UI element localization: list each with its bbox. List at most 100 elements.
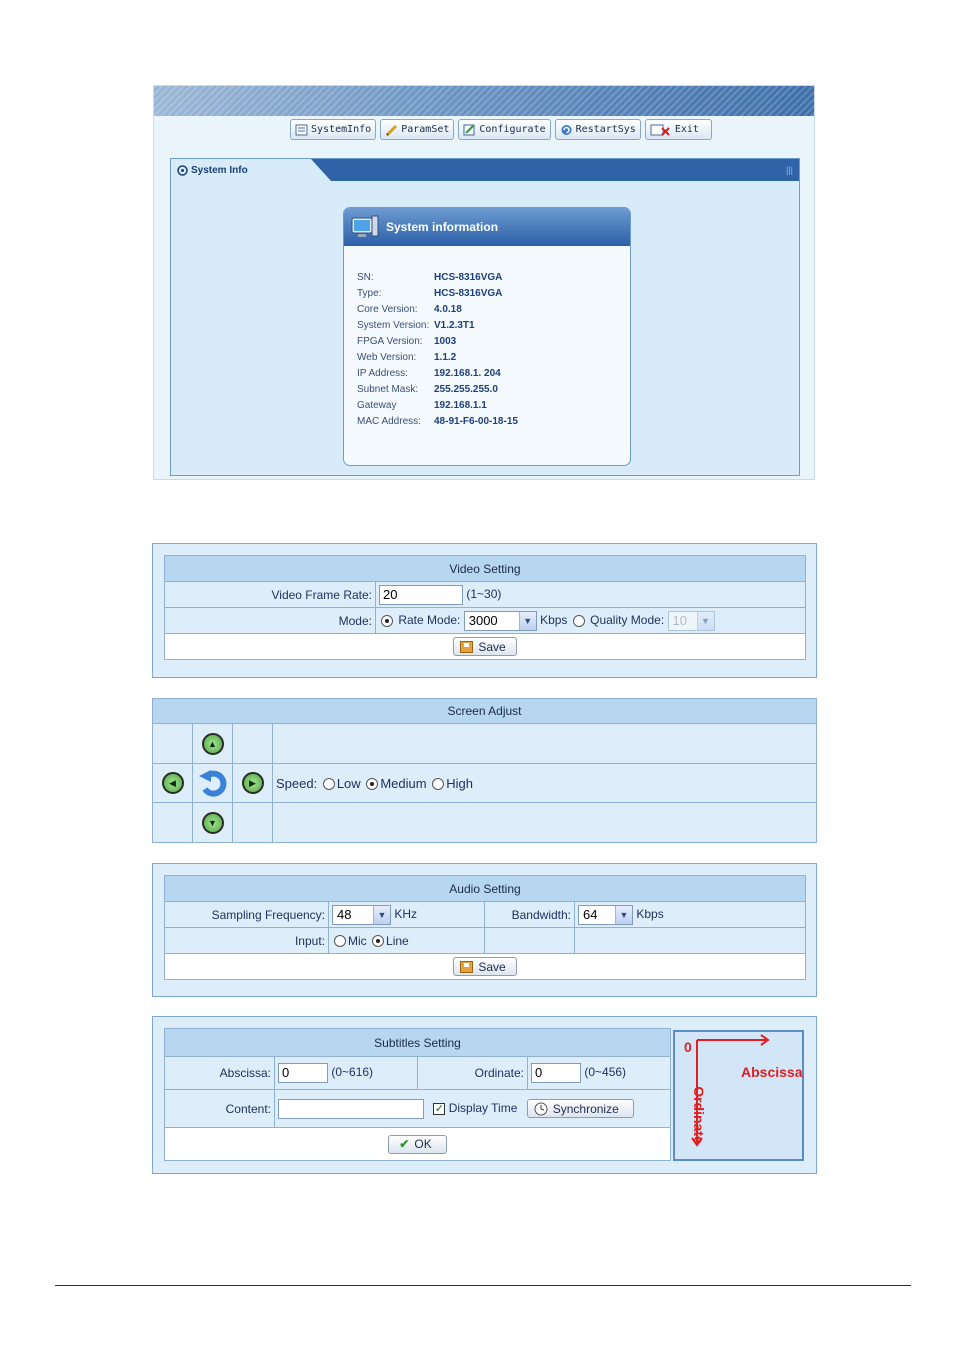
info-value: HCS-8316VGA bbox=[434, 288, 503, 299]
ok-button[interactable]: ✔ OK bbox=[388, 1134, 447, 1154]
quality-mode-label: Quality Mode: bbox=[590, 612, 665, 627]
restartsys-button[interactable]: RestartSys bbox=[554, 119, 641, 140]
rate-mode-select[interactable]: 3000 ▼ bbox=[463, 610, 537, 631]
speed-low-label: Low bbox=[336, 775, 361, 791]
frame-rate-input[interactable]: 20 bbox=[379, 584, 463, 605]
frame-rate-cell: 20 (1~30) bbox=[375, 581, 806, 608]
system-information-box: System information SN: HCS-8316VGA Type: H… bbox=[343, 207, 631, 466]
empty-cell bbox=[232, 723, 273, 764]
configurate-button[interactable]: Configurate bbox=[458, 119, 551, 140]
checkmark-icon: ✔ bbox=[399, 1137, 410, 1151]
paramset-button[interactable]: ParamSet bbox=[380, 119, 455, 140]
info-row: System Version: V1.2.3T1 bbox=[357, 320, 475, 334]
speed-label: Speed: bbox=[276, 775, 318, 791]
audio-setting-panel: Audio Setting Sampling Frequency: 48 ▼ KH… bbox=[152, 863, 817, 997]
info-value: 192.168.1. 204 bbox=[434, 368, 501, 379]
frame-rate-range: (1~30) bbox=[466, 586, 502, 601]
video-setting-table: Video Setting Video Frame Rate: 20 (1~30… bbox=[164, 555, 806, 660]
systeminfo-button[interactable]: SystemInfo bbox=[290, 119, 377, 140]
pencil-icon bbox=[385, 124, 398, 136]
video-save-label: Save bbox=[478, 639, 506, 654]
speed-high-radio[interactable] bbox=[432, 778, 445, 791]
input-mic-radio[interactable] bbox=[334, 935, 346, 948]
ok-label: OK bbox=[414, 1137, 432, 1151]
bandwidth-value: 64 bbox=[583, 907, 598, 922]
exit-button[interactable]: Exit bbox=[644, 119, 712, 140]
info-value: 48-91-F6-00-18-15 bbox=[434, 416, 518, 427]
mode-label: Mode: bbox=[164, 607, 376, 634]
input-mic-label: Mic bbox=[348, 933, 367, 948]
speed-medium-radio[interactable] bbox=[366, 778, 379, 791]
info-key: System Version: bbox=[357, 320, 430, 331]
info-key: IP Address: bbox=[357, 368, 408, 379]
chevron-down-icon: ▼ bbox=[518, 611, 536, 630]
reset-rotate-icon[interactable] bbox=[197, 767, 229, 799]
abscissa-axis-label: Abscissa bbox=[741, 1064, 803, 1080]
tab-system-info[interactable]: System Info bbox=[171, 159, 331, 181]
empty-cell bbox=[272, 802, 817, 843]
info-key: MAC Address: bbox=[357, 416, 421, 427]
video-save-button[interactable]: Save bbox=[453, 637, 517, 656]
speed-cell: Speed: Low Medium High bbox=[272, 763, 817, 803]
info-key: Subnet Mask: bbox=[357, 384, 419, 395]
display-time-checkbox[interactable]: ✓ bbox=[433, 1102, 446, 1115]
bandwidth-cell: 64 ▼ Kbps bbox=[574, 901, 806, 928]
empty-cell bbox=[152, 723, 193, 764]
quality-mode-select[interactable]: 10 ▼ bbox=[667, 610, 715, 631]
header-banner bbox=[154, 86, 814, 116]
abscissa-cell: 0 (0~616) bbox=[274, 1056, 418, 1090]
content-cell: ✓ Display Time Synchronize bbox=[274, 1089, 671, 1128]
empty-cell bbox=[484, 927, 575, 954]
ordinate-axis-label: Ordinate bbox=[690, 1086, 707, 1144]
empty-cell bbox=[232, 802, 273, 843]
video-save-cell: Save bbox=[164, 633, 806, 660]
screen-adjust-title: Screen Adjust bbox=[152, 698, 817, 724]
input-label: Input: bbox=[164, 927, 329, 954]
video-setting-title: Video Setting bbox=[164, 555, 806, 582]
arrow-right-icon[interactable]: ▶ bbox=[241, 772, 264, 794]
info-value: 192.168.1.1 bbox=[434, 400, 487, 411]
exit-icon bbox=[650, 124, 672, 136]
empty-cell bbox=[272, 723, 817, 764]
audio-setting-title: Audio Setting bbox=[164, 875, 806, 902]
empty-cell bbox=[152, 802, 193, 843]
chevron-down-icon: ▼ bbox=[373, 905, 390, 924]
reset-cell bbox=[192, 763, 233, 803]
quality-mode-value: 10 bbox=[672, 613, 687, 628]
arrow-left-icon[interactable]: ◀ bbox=[161, 772, 184, 794]
document-list-icon bbox=[295, 124, 308, 136]
floppy-disk-icon bbox=[460, 960, 474, 973]
info-key: FPGA Version: bbox=[357, 336, 423, 347]
arrow-down-icon[interactable]: ▼ bbox=[201, 811, 224, 834]
mode-cell: Rate Mode: 3000 ▼ Kbps Quality Mode: 10 ▼ bbox=[375, 607, 806, 634]
rate-unit: Kbps bbox=[540, 612, 568, 627]
audio-save-button[interactable]: Save bbox=[453, 957, 517, 976]
quality-mode-radio[interactable] bbox=[572, 614, 585, 627]
system-info-panel: System Info ||| System information SN: HC… bbox=[170, 158, 800, 476]
synchronize-button[interactable]: Synchronize bbox=[526, 1099, 634, 1118]
paramset-label: ParamSet bbox=[401, 124, 450, 135]
screen-adjust-table: Screen Adjust ▲ ◀ ▶ Speed: Low Medium Hi… bbox=[152, 698, 817, 843]
left-cell: ◀ bbox=[152, 763, 193, 803]
info-value: 4.0.18 bbox=[434, 304, 462, 315]
info-value: 1003 bbox=[434, 336, 457, 347]
computer-icon bbox=[351, 215, 379, 237]
info-value: 1.1.2 bbox=[434, 352, 457, 363]
rate-mode-radio[interactable] bbox=[381, 614, 393, 627]
down-cell: ▼ bbox=[192, 802, 233, 843]
input-line-radio[interactable] bbox=[372, 935, 385, 948]
subtitles-setting-table: Subtitles Setting Abscissa: 0 (0~616) Or… bbox=[164, 1028, 671, 1161]
bandwidth-select[interactable]: 64 ▼ bbox=[578, 904, 633, 925]
sampling-value: 48 bbox=[337, 907, 352, 922]
speed-low-radio[interactable] bbox=[322, 778, 335, 791]
screen-adjust-panel: Screen Adjust ▲ ◀ ▶ Speed: Low Medium Hi… bbox=[152, 698, 817, 843]
arrow-up-icon[interactable]: ▲ bbox=[201, 732, 224, 755]
abscissa-input[interactable]: 0 bbox=[278, 1063, 328, 1083]
ordinate-input[interactable]: 0 bbox=[531, 1063, 581, 1083]
configurate-label: Configurate bbox=[479, 124, 546, 135]
content-input[interactable] bbox=[278, 1098, 424, 1119]
audio-save-cell: Save bbox=[164, 953, 806, 980]
sampling-select[interactable]: 48 ▼ bbox=[332, 904, 391, 925]
frame-rate-label: Video Frame Rate: bbox=[164, 581, 376, 608]
info-row: FPGA Version: 1003 bbox=[357, 336, 456, 350]
